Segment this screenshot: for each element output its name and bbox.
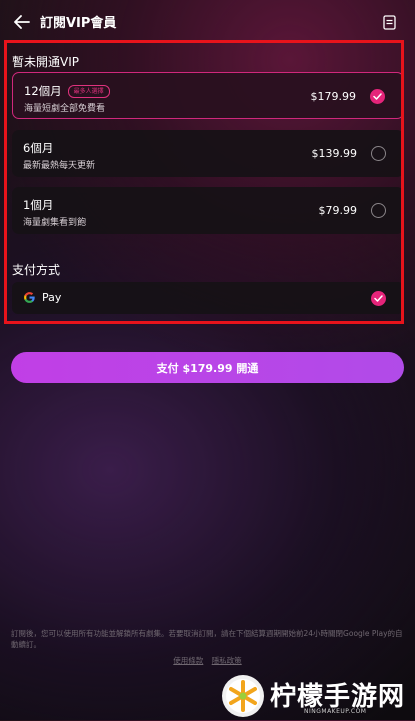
arrow-left-icon bbox=[14, 15, 30, 29]
watermark: 柠檬手游网 NINGMAKEUP.COM bbox=[222, 672, 412, 720]
footer-links: 使用條款 隱私政策 bbox=[0, 655, 415, 666]
back-button[interactable] bbox=[10, 10, 34, 34]
watermark-url: NINGMAKEUP.COM bbox=[304, 708, 367, 715]
document-icon bbox=[382, 14, 396, 30]
page-title: 訂閱VIP會員 bbox=[40, 16, 117, 31]
pay-button[interactable]: 支付 $179.99 開通 bbox=[11, 352, 404, 383]
top-bar: 訂閱VIP會員 bbox=[0, 0, 415, 44]
lemon-logo-icon bbox=[222, 675, 264, 717]
pay-button-label: 支付 $179.99 開通 bbox=[156, 361, 259, 375]
terms-link[interactable]: 使用條款 bbox=[173, 656, 203, 665]
highlight-box bbox=[4, 40, 404, 324]
privacy-link[interactable]: 隱私政策 bbox=[212, 656, 242, 665]
order-history-button[interactable] bbox=[379, 12, 399, 32]
subscription-note: 訂閱後，您可以使用所有功能並解鎖所有劇集。若要取消訂閱，請在下個結算週期開始前2… bbox=[11, 629, 403, 649]
